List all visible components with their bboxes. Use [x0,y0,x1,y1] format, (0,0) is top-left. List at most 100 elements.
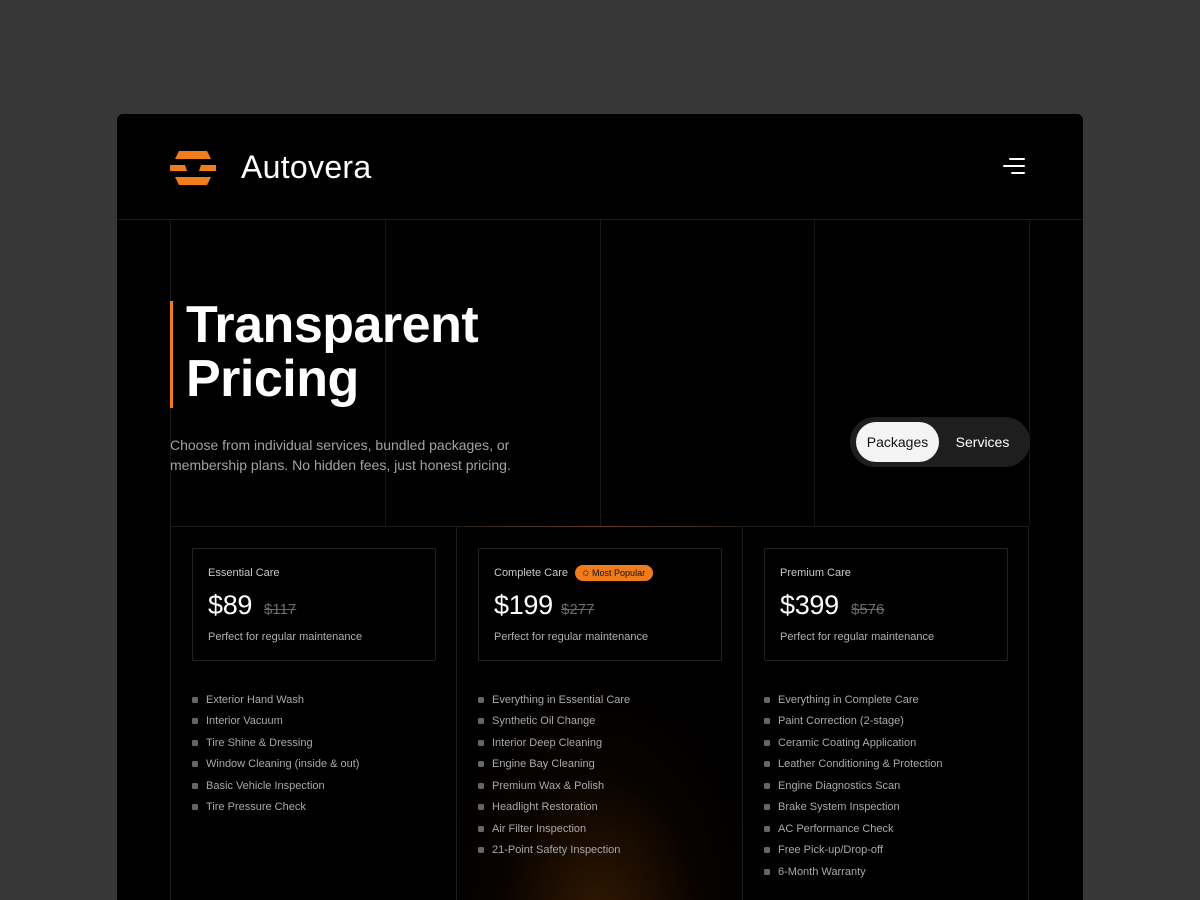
bullet-icon [478,761,484,768]
pricing-type-toggle[interactable]: Packages Services [850,417,1030,467]
feature-item: AC Performance Check [764,818,943,840]
feature-label: Everything in Essential Care [492,693,631,706]
title-line-1: Transparent [186,296,479,354]
title-line-2: Pricing [186,350,359,408]
feature-item: Basic Vehicle Inspection [192,775,359,797]
bullet-icon [192,718,198,725]
menu-button[interactable] [999,154,1029,184]
plan-old-price: $576 [851,601,885,618]
bullet-icon [192,739,198,746]
bullet-icon [764,847,770,854]
feature-item: Engine Diagnostics Scan [764,775,943,797]
plan-card-premium: Premium Care $399 $576 Perfect for regul… [743,527,1029,900]
page-title: Transparent Pricing [186,298,606,406]
bullet-icon [478,782,484,789]
feature-label: Interior Deep Cleaning [492,736,603,749]
plan-price: $399 [780,590,839,620]
feature-item: Window Cleaning (inside & out) [192,754,359,776]
feature-item: Ceramic Coating Application [764,732,943,754]
feature-label: 21-Point Safety Inspection [492,844,621,857]
feature-label: Free Pick-up/Drop-off [778,844,883,857]
menu-icon-line [1003,165,1025,167]
feature-label: AC Performance Check [778,822,894,835]
feature-item: Leather Conditioning & Protection [764,754,943,776]
bullet-icon [764,696,770,703]
grid-line [814,220,815,526]
bullet-icon [764,804,770,811]
plan-old-price: $277 [561,601,595,618]
feature-item: Air Filter Inspection [478,818,630,840]
bullet-icon [764,825,770,832]
feature-label: Tire Pressure Check [206,801,306,814]
bullet-icon [478,696,484,703]
plan-old-price: $117 [264,601,297,618]
feature-item: Everything in Complete Care [764,689,943,711]
feature-label: Everything in Complete Care [778,693,919,706]
page-subtitle: Choose from individual services, bundled… [170,437,511,473]
feature-item: Synthetic Oil Change [478,711,630,733]
feature-item: Headlight Restoration [478,797,630,819]
bullet-icon [192,696,198,703]
plan-name: Complete Care [494,567,568,579]
feature-list: Everything in Complete Care Paint Correc… [764,689,943,883]
menu-icon-line [1011,172,1025,174]
feature-label: Brake System Inspection [778,801,900,814]
feature-item: Premium Wax & Polish [478,775,630,797]
price-box: Premium Care $399 $576 Perfect for regul… [764,548,1008,661]
feature-label: Tire Shine & Dressing [206,736,313,749]
bullet-icon [764,718,770,725]
feature-label: Premium Wax & Polish [492,779,605,792]
toggle-packages[interactable]: Packages [856,422,939,462]
feature-list: Exterior Hand Wash Interior Vacuum Tire … [192,689,359,818]
feature-label: 6-Month Warranty [778,865,866,878]
bullet-icon [478,739,484,746]
feature-label: Basic Vehicle Inspection [206,779,325,792]
feature-label: Headlight Restoration [492,801,598,814]
grid-line [1029,220,1030,526]
brand-name: Autovera [241,149,372,185]
brand-logo[interactable]: Autovera [170,149,371,186]
pricing-cards: Essential Care $89 $117 Perfect for regu… [170,526,1029,900]
feature-label: Leather Conditioning & Protection [778,758,943,771]
plan-card-complete: Complete Care ✩ Most Popular $199 $277 P… [457,526,743,900]
feature-item: Free Pick-up/Drop-off [764,840,943,862]
feature-label: Interior Vacuum [206,715,283,728]
site-header: Autovera [117,114,1083,220]
bullet-icon [478,718,484,725]
plan-description: Perfect for regular maintenance [780,631,935,643]
autovera-logo-icon [170,150,216,185]
feature-label: Paint Correction (2-stage) [778,715,904,728]
plan-description: Perfect for regular maintenance [494,631,649,643]
bullet-icon [478,847,484,854]
title-accent-bar [170,301,173,408]
plan-card-essential: Essential Care $89 $117 Perfect for regu… [171,527,457,900]
toggle-services[interactable]: Services [945,422,1020,462]
feature-label: Window Cleaning (inside & out) [206,758,360,771]
feature-label: Air Filter Inspection [492,822,587,835]
feature-item: Paint Correction (2-stage) [764,711,943,733]
bullet-icon [192,761,198,768]
bullet-icon [478,804,484,811]
most-popular-badge: ✩ Most Popular [575,565,654,581]
feature-label: Engine Diagnostics Scan [778,779,901,792]
feature-item: 21-Point Safety Inspection [478,840,630,862]
plan-price: $199 [494,590,553,620]
hamburger-menu-icon [1009,158,1025,160]
plan-price: $89 [208,590,253,620]
feature-list: Everything in Essential Care Synthetic O… [478,689,630,861]
bullet-icon [192,782,198,789]
plan-name: Essential Care [208,567,280,579]
feature-item: Tire Shine & Dressing [192,732,359,754]
bullet-icon [764,782,770,789]
bullet-icon [764,739,770,746]
feature-item: Interior Vacuum [192,711,359,733]
feature-label: Engine Bay Cleaning [492,758,595,771]
price-box: Complete Care ✩ Most Popular $199 $277 P… [478,548,722,661]
bullet-icon [764,868,770,875]
bullet-icon [192,804,198,811]
feature-item: Exterior Hand Wash [192,689,359,711]
feature-item: Everything in Essential Care [478,689,630,711]
feature-label: Exterior Hand Wash [206,693,305,706]
price-box: Essential Care $89 $117 Perfect for regu… [192,548,436,661]
feature-label: Ceramic Coating Application [778,736,917,749]
